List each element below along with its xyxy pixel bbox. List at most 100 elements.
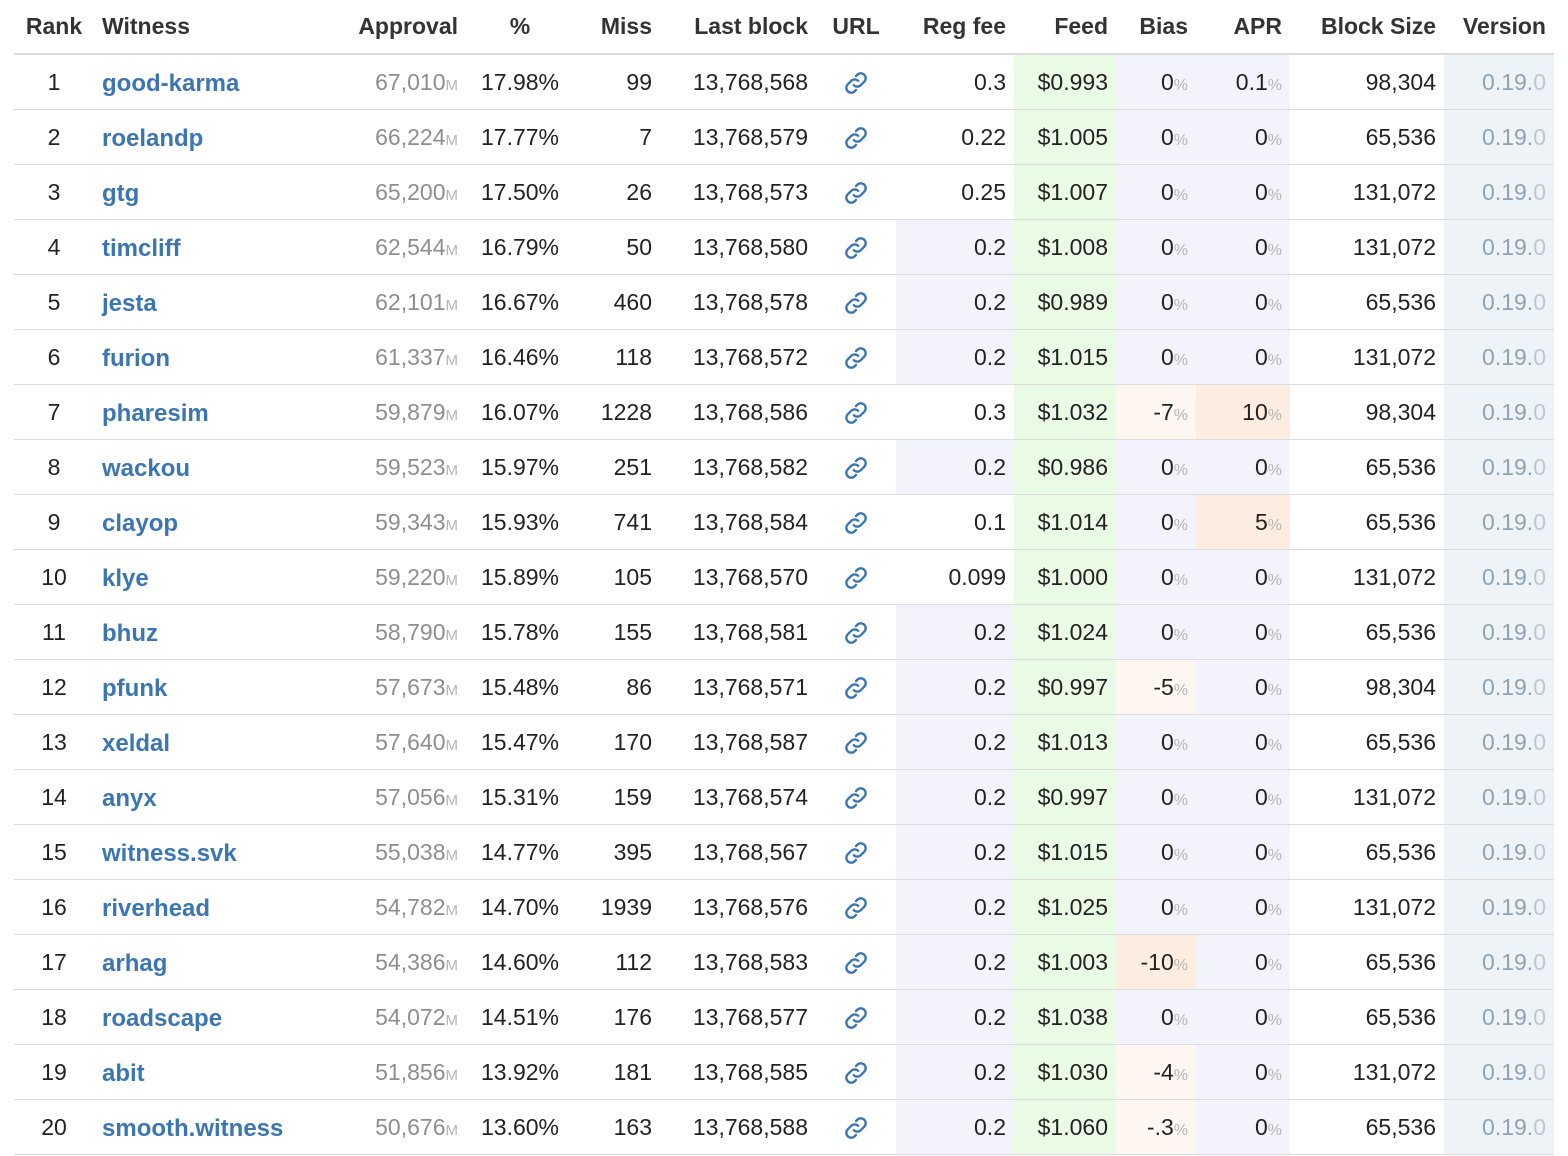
- witness-link[interactable]: pfunk: [102, 675, 167, 702]
- reg-fee-cell: 0.22: [896, 109, 1014, 165]
- approval-value: 57,640: [375, 728, 446, 755]
- bias-value: 0: [1160, 123, 1174, 150]
- link-icon[interactable]: [843, 400, 869, 426]
- approval-cell: 57,673M: [316, 659, 466, 715]
- approval-cell: 55,038M: [316, 824, 466, 880]
- header-apr[interactable]: APR: [1196, 0, 1290, 55]
- witness-link[interactable]: witness.svk: [102, 840, 237, 867]
- witness-link[interactable]: gtg: [102, 180, 139, 207]
- link-icon[interactable]: [843, 1060, 869, 1086]
- witness-cell: klye: [94, 549, 316, 605]
- version-main: 0.19.: [1482, 563, 1534, 590]
- header-witness[interactable]: Witness: [94, 0, 316, 55]
- link-icon[interactable]: [843, 950, 869, 976]
- witness-cell: xeldal: [94, 714, 316, 770]
- link-icon[interactable]: [843, 510, 869, 536]
- witness-link[interactable]: roelandp: [102, 125, 203, 152]
- last-block-cell: 13,768,576: [660, 879, 816, 935]
- percent-cell: 15.89%: [466, 549, 574, 605]
- witness-link[interactable]: anyx: [102, 785, 157, 812]
- witness-link[interactable]: furion: [102, 345, 170, 372]
- table-row: 18 roadscape 54,072M 14.51% 176 13,768,5…: [14, 989, 1554, 1045]
- feed-cell: $1.003: [1014, 934, 1116, 990]
- link-icon[interactable]: [843, 180, 869, 206]
- bias-unit: %: [1173, 1066, 1188, 1084]
- apr-cell: 0.1%: [1196, 54, 1290, 110]
- link-icon[interactable]: [843, 290, 869, 316]
- miss-cell: 155: [574, 604, 660, 660]
- miss-cell: 741: [574, 494, 660, 550]
- link-icon[interactable]: [843, 235, 869, 261]
- link-icon[interactable]: [843, 565, 869, 591]
- witness-link[interactable]: bhuz: [102, 620, 158, 647]
- header-percent[interactable]: %: [466, 0, 574, 55]
- link-icon[interactable]: [843, 70, 869, 96]
- witness-link[interactable]: good-karma: [102, 70, 239, 97]
- link-icon[interactable]: [843, 785, 869, 811]
- header-block-size[interactable]: Block Size: [1290, 0, 1444, 55]
- header-approval[interactable]: Approval: [316, 0, 466, 55]
- bias-unit: %: [1173, 681, 1188, 699]
- reg-fee-cell: 0.2: [896, 219, 1014, 275]
- link-icon[interactable]: [843, 895, 869, 921]
- version-main: 0.19.: [1482, 783, 1534, 810]
- block-size-cell: 131,072: [1290, 164, 1444, 220]
- witness-cell: riverhead: [94, 879, 316, 935]
- witness-link[interactable]: smooth.witness: [102, 1115, 283, 1142]
- witness-link[interactable]: arhag: [102, 950, 167, 977]
- link-icon[interactable]: [843, 730, 869, 756]
- bias-value: 0: [1160, 838, 1174, 865]
- reg-fee-cell: 0.2: [896, 1044, 1014, 1100]
- apr-value: 0: [1254, 893, 1268, 920]
- approval-cell: 62,101M: [316, 274, 466, 330]
- link-icon[interactable]: [843, 620, 869, 646]
- apr-value: 0: [1254, 288, 1268, 315]
- apr-unit: %: [1267, 241, 1282, 259]
- header-last-block[interactable]: Last block: [660, 0, 816, 55]
- witness-link[interactable]: timcliff: [102, 235, 181, 262]
- witness-link[interactable]: roadscape: [102, 1005, 222, 1032]
- approval-unit: M: [445, 1011, 459, 1029]
- version-minor: 0: [1533, 508, 1546, 535]
- witness-link[interactable]: pharesim: [102, 400, 209, 427]
- rank-cell: 20: [14, 1099, 94, 1155]
- miss-cell: 176: [574, 989, 660, 1045]
- bias-value: 0: [1160, 178, 1174, 205]
- header-miss[interactable]: Miss: [574, 0, 660, 55]
- approval-unit: M: [445, 1066, 459, 1084]
- witness-link[interactable]: klye: [102, 565, 149, 592]
- table-row: 12 pfunk 57,673M 15.48% 86 13,768,571 0.…: [14, 659, 1554, 715]
- link-icon[interactable]: [843, 125, 869, 151]
- witness-link[interactable]: wackou: [102, 455, 190, 482]
- feed-cell: $1.000: [1014, 549, 1116, 605]
- feed-cell: $1.038: [1014, 989, 1116, 1045]
- header-feed[interactable]: Feed: [1014, 0, 1116, 55]
- header-bias[interactable]: Bias: [1116, 0, 1196, 55]
- link-icon[interactable]: [843, 1115, 869, 1141]
- rank-cell: 14: [14, 769, 94, 825]
- miss-cell: 99: [574, 54, 660, 110]
- link-icon[interactable]: [843, 455, 869, 481]
- link-icon[interactable]: [843, 345, 869, 371]
- witness-link[interactable]: jesta: [102, 290, 157, 317]
- header-reg-fee[interactable]: Reg fee: [896, 0, 1014, 55]
- witness-link[interactable]: riverhead: [102, 895, 210, 922]
- apr-value: 10: [1242, 398, 1268, 425]
- bias-value: 0: [1160, 563, 1174, 590]
- header-version[interactable]: Version: [1444, 0, 1554, 55]
- percent-cell: 15.78%: [466, 604, 574, 660]
- header-url[interactable]: URL: [816, 0, 896, 55]
- url-cell: [816, 769, 896, 825]
- miss-cell: 1939: [574, 879, 660, 935]
- link-icon[interactable]: [843, 840, 869, 866]
- header-rank[interactable]: Rank: [14, 0, 94, 55]
- last-block-cell: 13,768,582: [660, 439, 816, 495]
- link-icon[interactable]: [843, 675, 869, 701]
- reg-fee-cell: 0.2: [896, 329, 1014, 385]
- witness-link[interactable]: xeldal: [102, 730, 170, 757]
- link-icon[interactable]: [843, 1005, 869, 1031]
- reg-fee-cell: 0.3: [896, 54, 1014, 110]
- witness-link[interactable]: abit: [102, 1060, 145, 1087]
- witness-link[interactable]: clayop: [102, 510, 178, 537]
- approval-cell: 54,782M: [316, 879, 466, 935]
